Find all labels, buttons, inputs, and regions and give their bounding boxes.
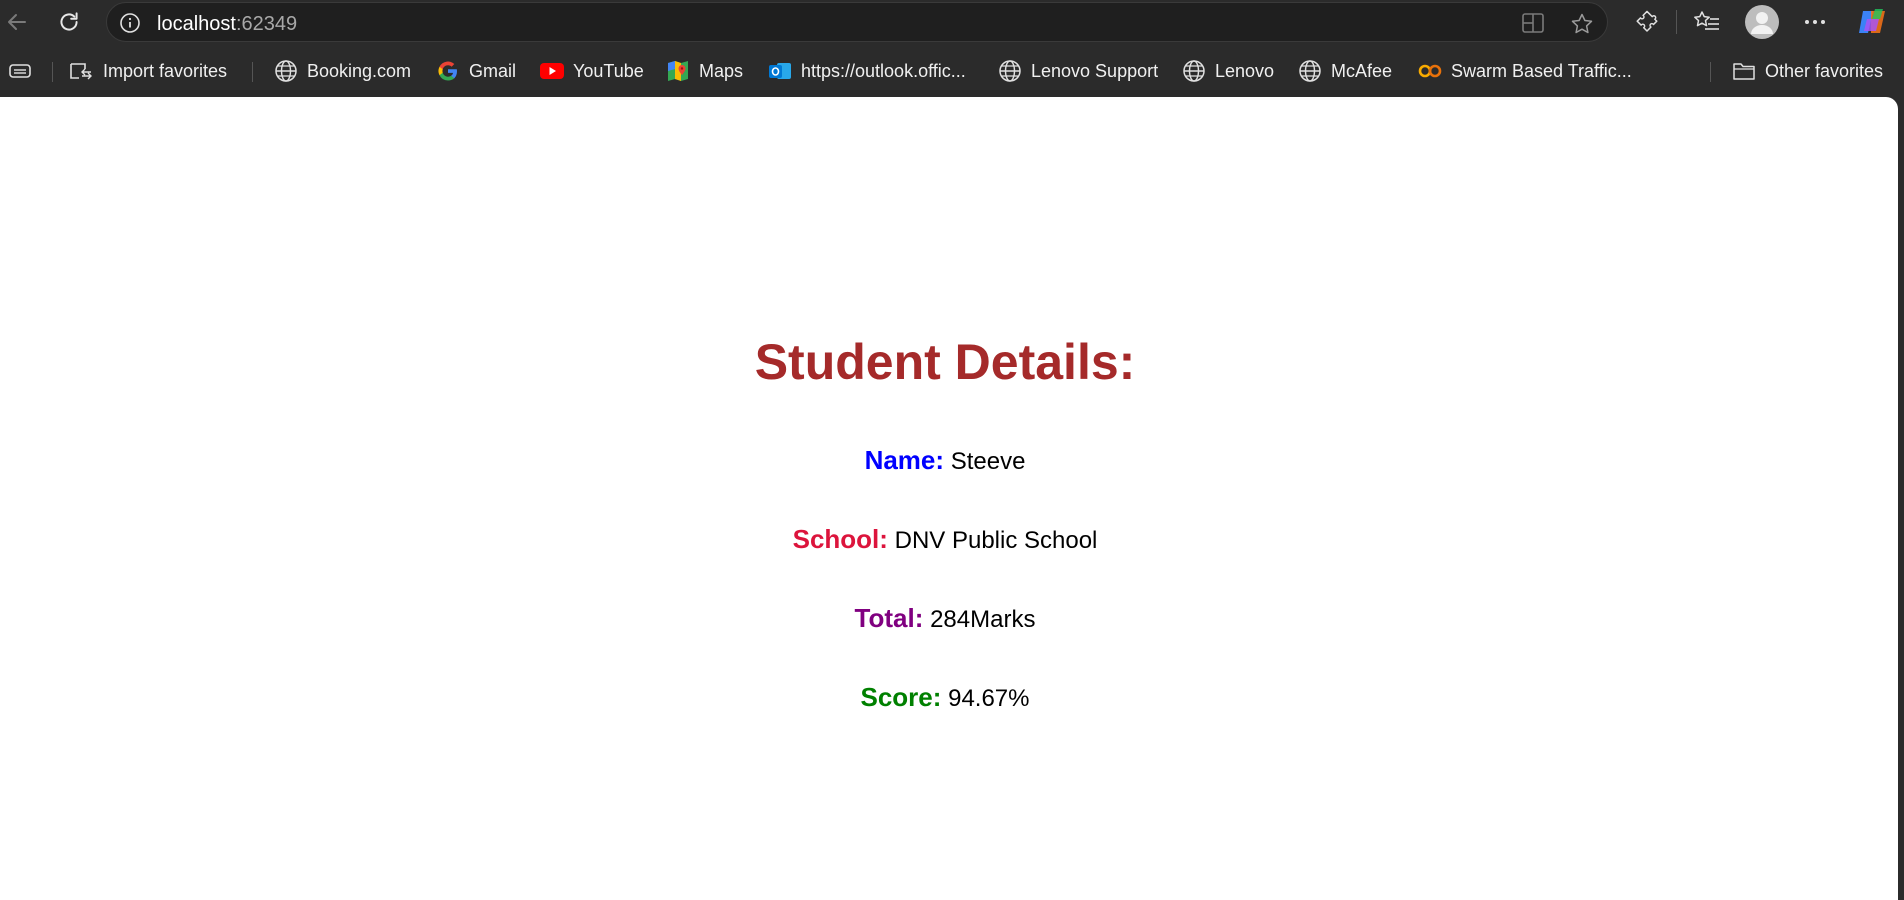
google-icon — [438, 61, 457, 81]
outlook-icon — [769, 63, 791, 79]
bookmark-maps[interactable]: Maps — [666, 56, 743, 86]
favorites-list-icon — [1694, 11, 1719, 30]
bookmark-label: Gmail — [469, 60, 517, 81]
youtube-icon — [540, 63, 564, 79]
school-label: School: — [792, 524, 888, 554]
total-label: Total: — [854, 603, 924, 633]
globe-icon — [275, 60, 297, 82]
favorites-bar: Import favorites Booking.com Gmail YouTu… — [0, 52, 1904, 92]
copilot-button[interactable] — [1854, 4, 1890, 40]
bookmark-divider — [252, 62, 253, 82]
student-total-row: Total: 284Marks — [0, 603, 1890, 634]
bookmark-label: Lenovo Support — [1031, 60, 1159, 81]
arrow-left-icon — [8, 14, 26, 30]
tab-actions-icon — [9, 64, 31, 78]
split-screen-icon[interactable] — [1521, 12, 1545, 39]
name-value: Steeve — [950, 448, 1026, 475]
back-button[interactable] — [2, 8, 32, 36]
more-options-button[interactable] — [1800, 8, 1830, 36]
bookmark-label: YouTube — [573, 60, 644, 81]
favorite-star-icon[interactable] — [1569, 12, 1595, 41]
bookmark-label: https://outlook.offic... — [801, 60, 966, 81]
toolbar-divider — [1676, 10, 1677, 34]
profile-button[interactable] — [1744, 4, 1780, 40]
bookmark-label: Maps — [699, 60, 744, 81]
copilot-icon — [1859, 9, 1885, 33]
browser-toolbar: localhost:62349 — [0, 0, 1904, 44]
bookmark-mcafee[interactable]: McAfee — [1298, 56, 1392, 86]
url-host: localhost — [157, 13, 236, 35]
total-value: 284Marks — [930, 606, 1036, 633]
bookmark-swarm-traffic[interactable]: Swarm Based Traffic... — [1418, 56, 1632, 86]
info-icon[interactable] — [119, 12, 141, 39]
colab-icon — [1418, 64, 1442, 78]
favorites-button[interactable] — [1692, 8, 1722, 36]
bookmark-label: Other favorites — [1765, 60, 1884, 81]
avatar-icon — [1745, 5, 1779, 39]
folder-icon — [1733, 63, 1755, 80]
url-text[interactable]: localhost:62349 — [157, 13, 297, 36]
school-value: DNV Public School — [894, 527, 1098, 554]
url-port: :62349 — [235, 13, 298, 35]
globe-icon — [1299, 60, 1321, 82]
maps-icon — [668, 61, 688, 81]
bookmark-other-favorites[interactable]: Other favorites — [1732, 56, 1883, 86]
bookmark-label: Swarm Based Traffic... — [1451, 60, 1632, 81]
student-school-row: School: DNV Public School — [0, 524, 1890, 555]
refresh-button[interactable] — [54, 8, 84, 36]
bookmark-label: Lenovo — [1215, 60, 1275, 81]
bookmark-booking[interactable]: Booking.com — [274, 56, 411, 86]
favorites-bar-menu[interactable] — [8, 56, 41, 86]
bookmark-lenovo[interactable]: Lenovo — [1182, 56, 1274, 86]
score-value: 94.67% — [948, 685, 1030, 712]
globe-icon — [999, 60, 1021, 82]
bookmark-import-favorites[interactable]: Import favorites — [68, 56, 227, 86]
student-score-row: Score: 94.67% — [0, 682, 1890, 713]
import-icon — [70, 63, 92, 80]
puzzle-icon — [1636, 10, 1658, 32]
page-content: Student Details: Name: Steeve School: DN… — [0, 97, 1898, 900]
refresh-icon — [60, 12, 78, 31]
bookmark-divider — [52, 62, 53, 82]
name-label: Name: — [864, 445, 945, 475]
student-name-row: Name: Steeve — [0, 445, 1890, 476]
bookmark-label: McAfee — [1331, 60, 1393, 81]
page-title: Student Details: — [754, 334, 1136, 390]
bookmark-divider — [1710, 62, 1711, 82]
bookmark-youtube[interactable]: YouTube — [540, 56, 644, 86]
bookmark-lenovo-support[interactable]: Lenovo Support — [998, 56, 1158, 86]
bookmark-outlook[interactable]: https://outlook.offic... — [768, 56, 966, 86]
bookmark-label: Booking.com — [307, 60, 412, 81]
more-dots-icon — [1805, 20, 1825, 24]
extensions-button[interactable] — [1632, 8, 1662, 36]
bookmark-label: Import favorites — [103, 60, 228, 81]
score-label: Score: — [860, 682, 942, 712]
globe-icon — [1183, 60, 1205, 82]
address-bar[interactable]: localhost:62349 — [106, 2, 1608, 42]
bookmark-gmail[interactable]: Gmail — [436, 56, 516, 86]
